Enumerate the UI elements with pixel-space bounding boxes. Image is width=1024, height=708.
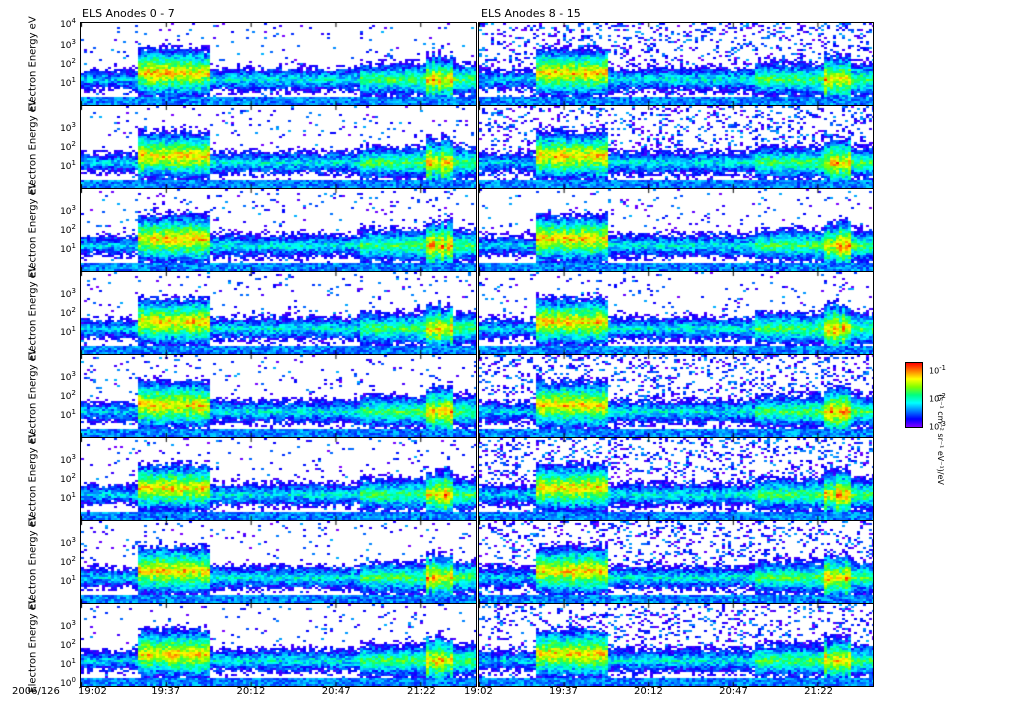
y-tick-label: 101 bbox=[60, 573, 76, 587]
y-tick-label: 102 bbox=[60, 637, 76, 651]
spectrogram-image bbox=[81, 189, 476, 271]
spectrogram-image bbox=[479, 272, 873, 354]
y-tick-label: 103 bbox=[60, 619, 76, 633]
x-tick-label: 20:47 bbox=[719, 686, 748, 697]
colorbar-label: (s⁻¹ cm⁻² sr⁻¹ eV⁻¹)/eV bbox=[936, 394, 945, 485]
y-tick-label: 103 bbox=[60, 536, 76, 550]
colorbar bbox=[905, 362, 923, 428]
x-tick-label: 20:47 bbox=[321, 686, 351, 697]
x-tick-label: 20:12 bbox=[236, 686, 266, 697]
x-tick-label: 19:37 bbox=[549, 686, 578, 697]
y-tick-label: 102 bbox=[60, 56, 76, 70]
spectrogram-image bbox=[81, 604, 476, 686]
y-tick-label: 101 bbox=[60, 158, 76, 172]
spectrogram-image bbox=[479, 23, 873, 105]
spectrogram-panel-right-7 bbox=[478, 603, 874, 687]
spectrogram-panel-left-0 bbox=[80, 22, 477, 106]
spectrogram-image bbox=[479, 106, 873, 188]
y-tick-label: 101 bbox=[60, 656, 76, 670]
y-tick-label: 102 bbox=[60, 305, 76, 319]
spectrogram-panel-left-3 bbox=[80, 271, 477, 355]
y-tick-label: 101 bbox=[60, 407, 76, 421]
y-tick-label: 103 bbox=[60, 121, 76, 135]
spectrogram-panel-right-5 bbox=[478, 437, 874, 521]
spectrogram-image bbox=[479, 189, 873, 271]
y-tick-label: 103 bbox=[60, 287, 76, 301]
spectrogram-panel-left-5 bbox=[80, 437, 477, 521]
right-column-title: ELS Anodes 8 - 15 bbox=[481, 7, 581, 20]
y-tick-label: 101 bbox=[60, 490, 76, 504]
spectrogram-panel-left-7 bbox=[80, 603, 477, 687]
spectrogram-image bbox=[479, 438, 873, 520]
y-tick-label: 101 bbox=[60, 241, 76, 255]
x-tick-label: 19:02 bbox=[78, 686, 107, 697]
date-label: 2006/126 bbox=[12, 686, 60, 697]
spectrogram-panel-right-2 bbox=[478, 188, 874, 272]
spectrogram-panel-right-4 bbox=[478, 354, 874, 438]
spectrogram-image bbox=[81, 106, 476, 188]
y-tick-label: 104 bbox=[60, 17, 76, 31]
spectrogram-image bbox=[81, 521, 476, 603]
y-tick-label: 101 bbox=[60, 75, 76, 89]
spectrogram-image bbox=[479, 604, 873, 686]
y-tick-label: 102 bbox=[60, 388, 76, 402]
x-tick-label: 19:02 bbox=[464, 686, 493, 697]
x-tick-label: 19:37 bbox=[151, 686, 181, 697]
spectrogram-panel-left-1 bbox=[80, 105, 477, 189]
y-tick-label: 102 bbox=[60, 554, 76, 568]
spectrogram-panel-right-0 bbox=[478, 22, 874, 106]
y-tick-label: 102 bbox=[60, 139, 76, 153]
y-tick-label: 103 bbox=[60, 38, 76, 52]
spectrogram-image bbox=[479, 355, 873, 437]
spectrogram-panel-left-4 bbox=[80, 354, 477, 438]
spectrogram-image bbox=[81, 272, 476, 354]
spectrogram-image bbox=[81, 355, 476, 437]
y-tick-label: 103 bbox=[60, 453, 76, 467]
spectrogram-image bbox=[81, 438, 476, 520]
y-tick-label: 103 bbox=[60, 370, 76, 384]
spectrogram-panel-right-3 bbox=[478, 271, 874, 355]
x-tick-label: 21:22 bbox=[804, 686, 833, 697]
spectrogram-panel-left-6 bbox=[80, 520, 477, 604]
x-tick-label: 21:22 bbox=[406, 686, 436, 697]
spectrogram-panel-left-2 bbox=[80, 188, 477, 272]
y-tick-label: 102 bbox=[60, 222, 76, 236]
spectrogram-image bbox=[81, 23, 476, 105]
left-column-title: ELS Anodes 0 - 7 bbox=[82, 7, 175, 20]
y-tick-label: 101 bbox=[60, 324, 76, 338]
y-tick-label: 102 bbox=[60, 471, 76, 485]
y-tick-label: 103 bbox=[60, 204, 76, 218]
spectrogram-image bbox=[479, 521, 873, 603]
spectrogram-panel-right-1 bbox=[478, 105, 874, 189]
spectrogram-panel-right-6 bbox=[478, 520, 874, 604]
colorbar-tick: 10-1 bbox=[929, 364, 946, 376]
x-tick-label: 20:12 bbox=[634, 686, 663, 697]
